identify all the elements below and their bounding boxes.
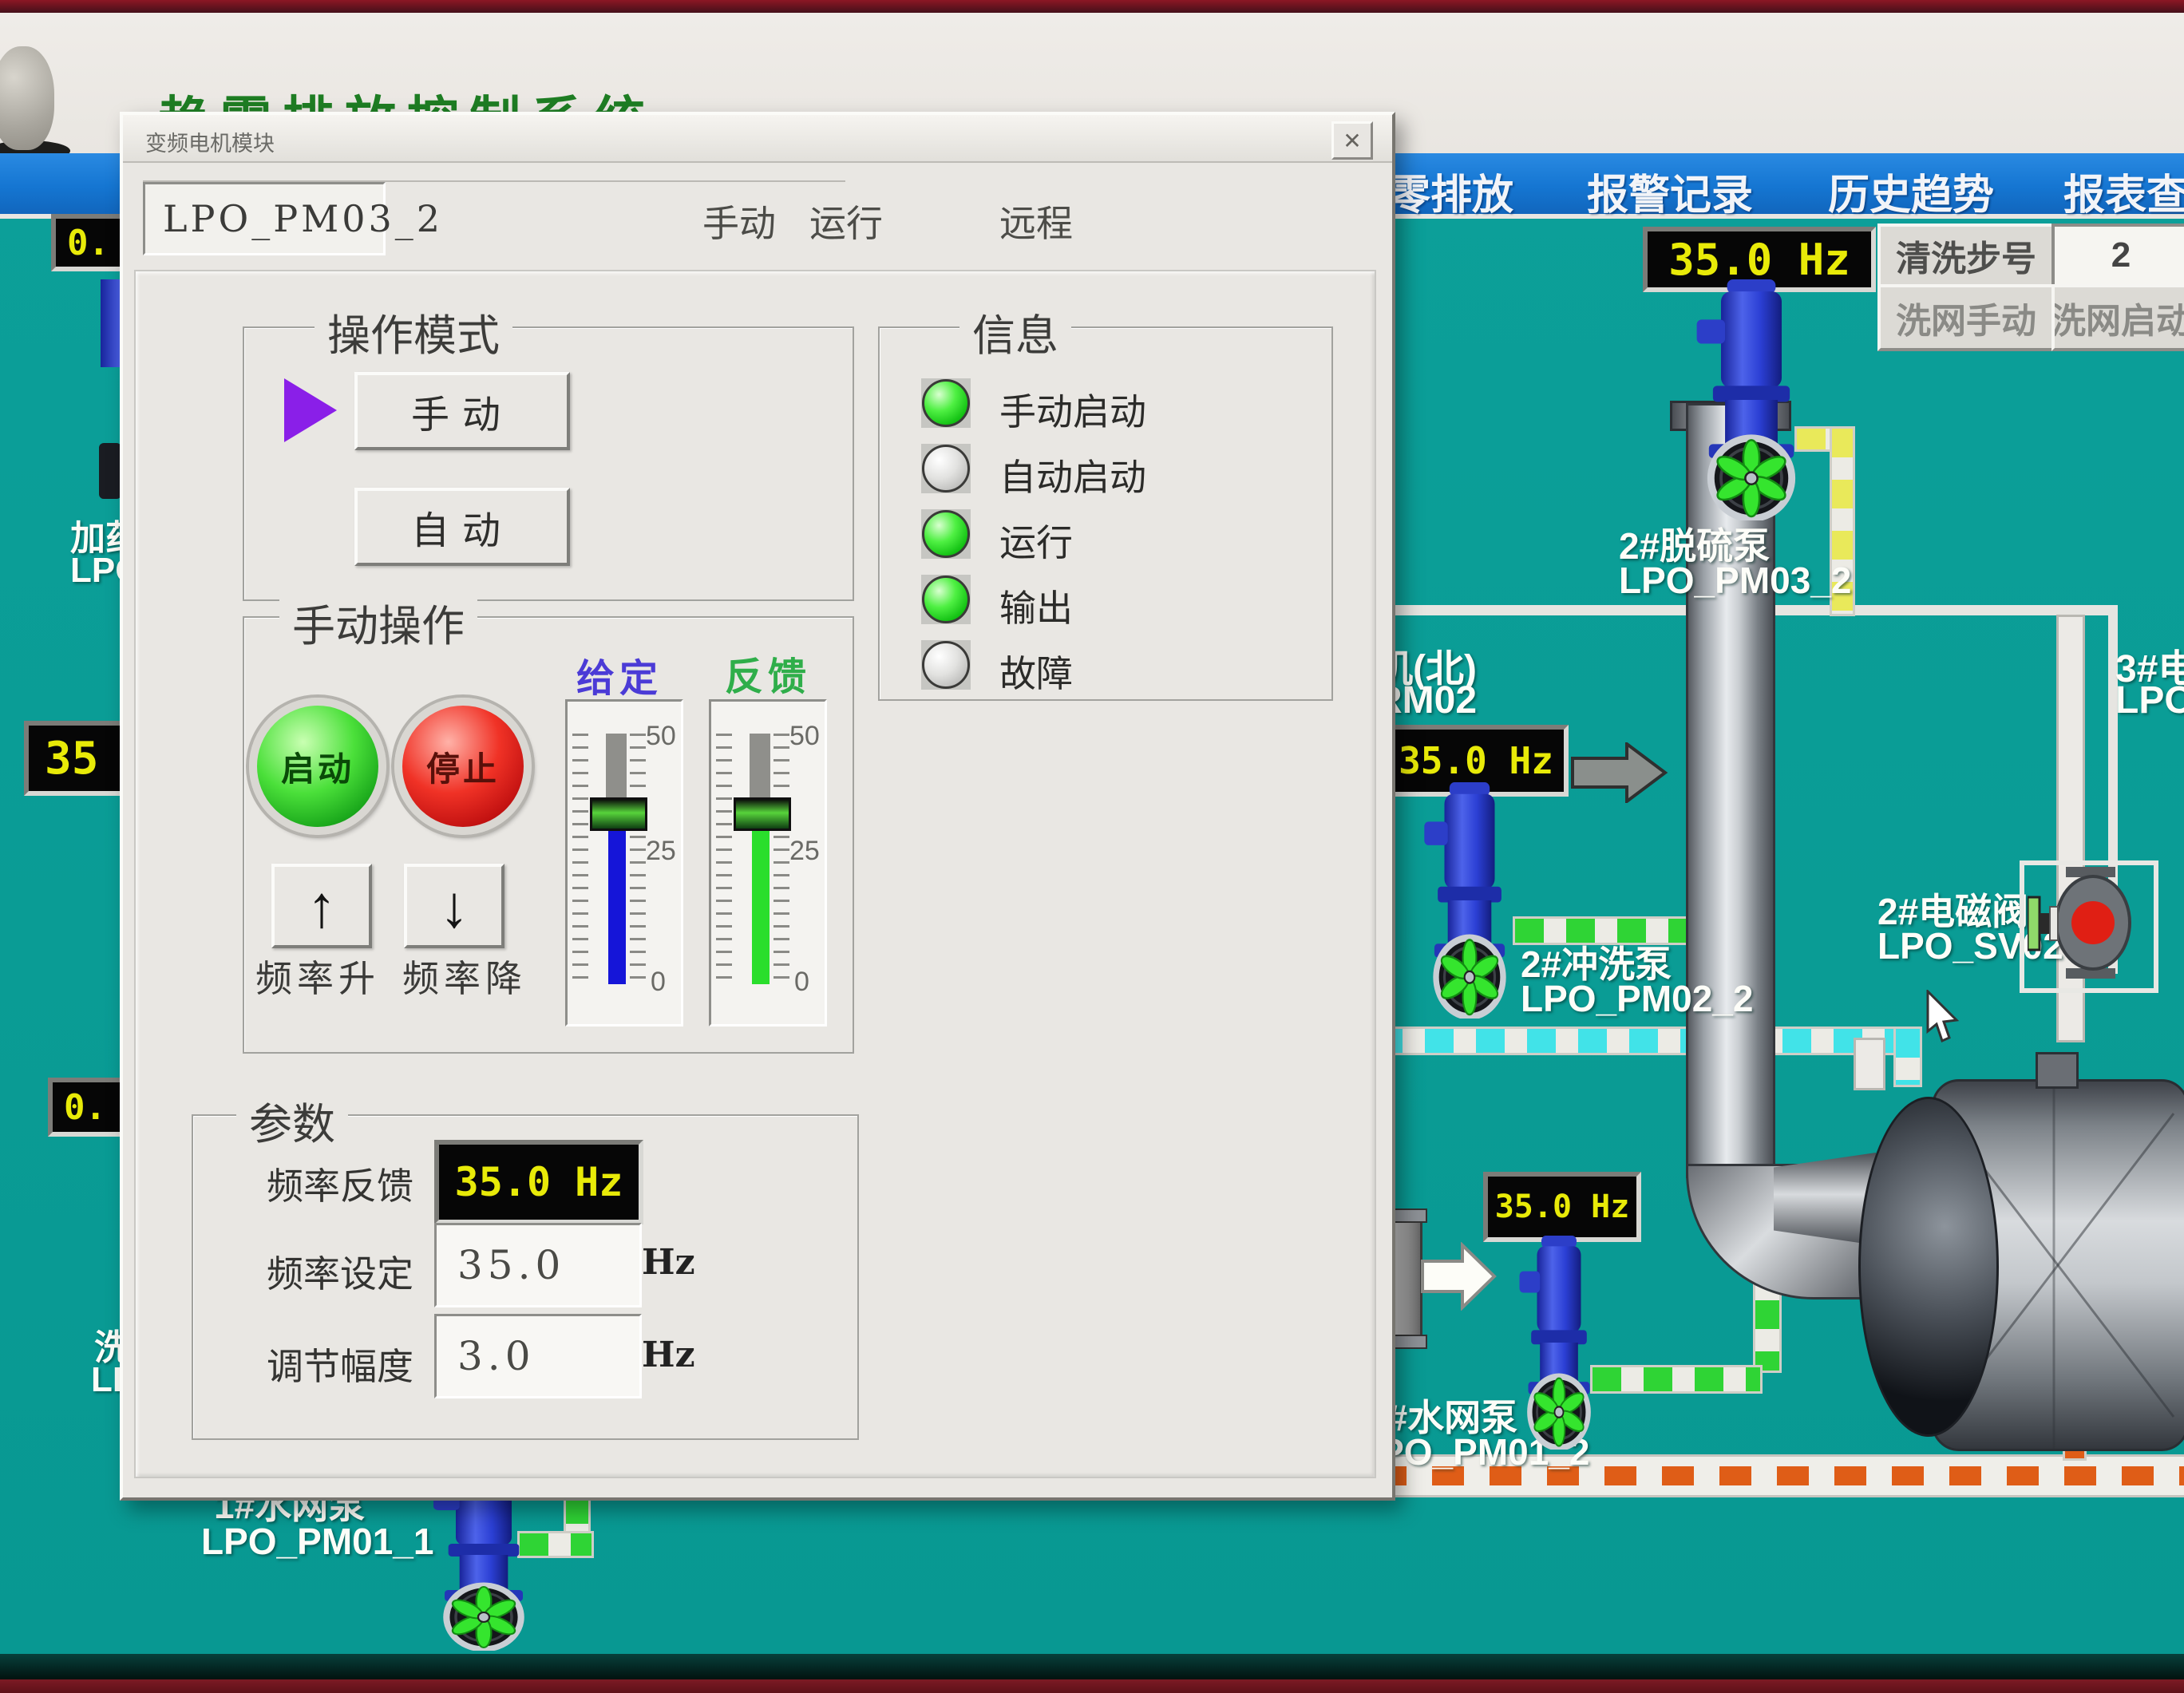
- pump-flush-tag: LPO_PM02_2: [1521, 977, 1753, 1020]
- lamp-fault: [921, 640, 971, 690]
- pipe-cyan-v: [1893, 1026, 1922, 1087]
- freq-up-label: 频率升: [255, 950, 380, 1003]
- setpoint-slider: 50 25 0: [565, 699, 683, 1026]
- wash-step-label: 清洗步号: [1877, 223, 2055, 287]
- freq-up-button[interactable]: ↑: [271, 864, 372, 948]
- pump-flush-icon[interactable]: [1419, 782, 1520, 1019]
- mode-manual-button[interactable]: 手动: [354, 372, 570, 450]
- lamp-label-fault: 故障: [999, 645, 1073, 698]
- freq-feedback-display: 35.0 Hz: [434, 1140, 643, 1224]
- nav-item-history-trend[interactable]: 历史趋势: [1828, 161, 1994, 221]
- flow-arrow-gray: [1571, 742, 1668, 803]
- tank-inlet-pipe: [1854, 1038, 1885, 1090]
- valve3-tag-partial: LPO_: [2115, 678, 2184, 722]
- setpoint-slider-title: 给定: [576, 647, 663, 702]
- pump-water1-tag: LPO_PM01_1: [201, 1520, 433, 1563]
- lamp-output: [921, 575, 971, 624]
- tick-50: 50: [646, 721, 676, 752]
- down-arrow-icon: ↓: [440, 872, 469, 940]
- feedback-slider-title: 反馈: [725, 645, 811, 701]
- freq-display-water: 35.0 Hz: [1483, 1172, 1641, 1242]
- tick-25: 25: [789, 836, 820, 867]
- mouse-cursor: [1925, 990, 1964, 1044]
- tank-dome: [1858, 1097, 1999, 1437]
- lamp-auto-start: [921, 444, 971, 493]
- lamp-label-auto-start: 自动启动: [999, 449, 1146, 501]
- screen-bottom-strip: [0, 1654, 2184, 1679]
- pump-water2-icon[interactable]: [1515, 1236, 1603, 1450]
- freq-set-input[interactable]: 35.0: [434, 1223, 642, 1307]
- status-mode: 手动: [702, 195, 776, 247]
- feedback-slider-handle[interactable]: [734, 797, 791, 831]
- stop-button[interactable]: 停止: [394, 698, 532, 835]
- tick-25: 25: [646, 836, 676, 867]
- camera-dome: [0, 46, 54, 150]
- pump-fragment2-icon: [99, 443, 121, 499]
- pump-desulf-icon[interactable]: [1691, 279, 1812, 520]
- flow-arrow-white: [1421, 1242, 1498, 1311]
- dialog-title: 变频电机模块: [145, 126, 275, 157]
- tick-0: 0: [794, 967, 809, 998]
- freq-set-unit: Hz: [642, 1242, 695, 1283]
- lamp-label-output: 输出: [999, 579, 1073, 632]
- valve2-icon[interactable]: [2028, 867, 2147, 979]
- monitor-bezel-top: [0, 0, 2184, 13]
- nav-item-report-query[interactable]: 报表查询: [2063, 161, 2184, 221]
- wash-step-value: 2: [2051, 223, 2184, 287]
- step-unit: Hz: [642, 1335, 695, 1375]
- status-run: 运行: [809, 195, 883, 247]
- wash-start-button[interactable]: 洗网启动: [2051, 284, 2184, 351]
- step-label: 调节幅度: [267, 1338, 413, 1390]
- start-button[interactable]: 启动: [249, 698, 386, 835]
- freq-down-button[interactable]: ↓: [404, 864, 504, 948]
- freq-down-label: 频率降: [402, 950, 527, 1003]
- lamp-label-running: 运行: [999, 514, 1073, 567]
- wash-manual-button[interactable]: 洗网手动: [1877, 284, 2055, 351]
- lamp-label-manual-start: 手动启动: [999, 383, 1146, 436]
- close-button[interactable]: ✕: [1331, 121, 1373, 160]
- freq-feedback-label: 频率反馈: [267, 1157, 413, 1210]
- device-id-field: LPO_PM03_2: [143, 182, 386, 255]
- param-group-title: 参数: [236, 1089, 348, 1152]
- close-icon: ✕: [1343, 128, 1361, 154]
- pump-fragment-icon: [101, 279, 121, 367]
- lamp-manual-start: [921, 378, 971, 428]
- mode-selected-arrow-icon: [284, 378, 337, 442]
- monitor-bezel-bottom: [0, 1679, 2184, 1693]
- tick-0: 0: [651, 967, 666, 998]
- up-arrow-icon: ↑: [307, 872, 337, 940]
- mode-auto-button[interactable]: 自动: [354, 488, 570, 566]
- feedback-slider: 50 25 0: [709, 699, 827, 1026]
- hmi-screen: 趋零排放控制系统 趋零排放 报警记录 历史趋势 报表查询 清洗步号 2 洗网手动…: [0, 0, 2184, 1693]
- status-remote: 远程: [999, 195, 1073, 247]
- vfd-motor-dialog: 变频电机模块 ✕ LPO_PM03_2 手动 运行 远程 操作模式 手动 自动 …: [120, 112, 1395, 1501]
- info-group-title: 信息: [959, 300, 1071, 363]
- pump-desulf-tag: LPO_PM03_2: [1619, 559, 1851, 602]
- step-input[interactable]: 3.0: [434, 1314, 642, 1398]
- nav-item-alarm-log[interactable]: 报警记录: [1587, 161, 1753, 221]
- manual-group-title: 手动操作: [279, 591, 477, 654]
- pipe-green-water2: [1590, 1365, 1763, 1394]
- tick-50: 50: [789, 721, 820, 752]
- dialog-title-bar[interactable]: 变频电机模块 ✕: [123, 115, 1392, 163]
- tank-top-stub: [2036, 1052, 2079, 1089]
- freq-set-label: 频率设定: [267, 1245, 413, 1298]
- mode-group-title: 操作模式: [315, 300, 512, 363]
- lamp-running: [921, 509, 971, 559]
- setpoint-slider-handle[interactable]: [590, 797, 647, 831]
